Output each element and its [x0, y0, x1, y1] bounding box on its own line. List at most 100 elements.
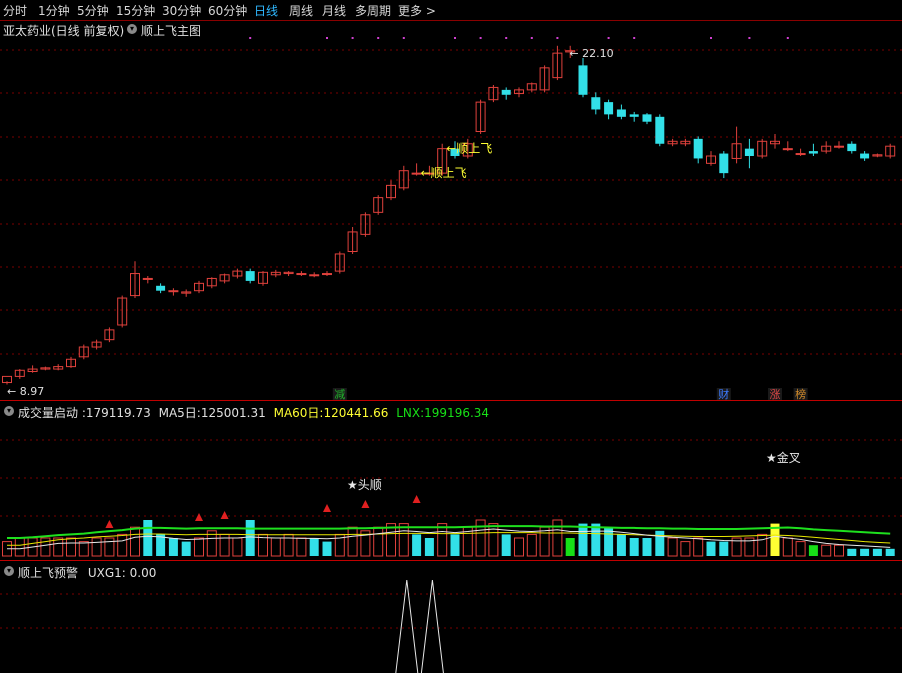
- signal-dot: [556, 37, 559, 39]
- volume-bar: [616, 534, 626, 556]
- volume-bar: [130, 526, 140, 557]
- candle-body: [642, 114, 652, 122]
- volume-bar: [91, 537, 102, 557]
- signal-label: ←顺上飞: [421, 166, 467, 180]
- volume-bar: [181, 541, 191, 556]
- volume-bar: [450, 534, 460, 556]
- volume-bar: [795, 541, 806, 557]
- volume-bar: [719, 541, 729, 556]
- signal-dot: [505, 37, 508, 39]
- candle-body: [782, 148, 793, 151]
- volume-bar: [629, 538, 639, 556]
- volume-bar: [885, 548, 895, 556]
- candle-body: [655, 116, 665, 144]
- alert-triangle: [195, 513, 203, 521]
- alert-triangle: [361, 500, 370, 508]
- candle-body: [501, 89, 511, 95]
- head-annotation: ★头顺: [347, 478, 382, 492]
- candle-body: [616, 109, 626, 117]
- volume-bar: [642, 538, 652, 556]
- volume-bar: [655, 530, 665, 556]
- alert-triangle: [323, 504, 331, 512]
- signal-dot: [607, 37, 610, 39]
- signal-dot: [326, 37, 328, 39]
- volume-bar: [347, 526, 358, 557]
- candle-body: [142, 277, 153, 280]
- volume-bar: [322, 541, 332, 556]
- volume-bar: [412, 534, 422, 556]
- stock-chart[interactable]: ← 22.10 ← 8.97 ←顺上飞 ←顺上飞减 财 涨 榜 ★头顺 ★金叉: [0, 0, 902, 673]
- volume-bar: [194, 537, 204, 557]
- volume-bar: [398, 523, 409, 557]
- volume-bar: [526, 533, 537, 557]
- volume-bar: [706, 541, 716, 556]
- price-low-label: ← 8.97: [7, 385, 44, 398]
- price-high-label: ← 22.10: [569, 47, 613, 60]
- volume-bar: [782, 537, 793, 557]
- volume-bar: [539, 526, 550, 557]
- volume-bar: [591, 523, 601, 556]
- volume-bar: [296, 537, 307, 557]
- signal-dot: [748, 37, 751, 39]
- marker-badge-text: 减: [334, 388, 345, 401]
- volume-bar: [437, 523, 448, 557]
- signal-dot: [402, 37, 405, 39]
- candle-body: [860, 153, 870, 159]
- signal-dot: [249, 37, 252, 39]
- volume-bar: [847, 548, 857, 556]
- volume-bar: [514, 537, 524, 557]
- candle-body: [591, 97, 601, 110]
- volume-bar: [424, 538, 434, 556]
- signal-dot: [710, 37, 712, 39]
- signal-dot: [351, 37, 354, 39]
- candle-body: [604, 102, 614, 115]
- candle-body: [322, 273, 332, 276]
- volume-bar: [309, 538, 319, 556]
- signal-dot: [454, 37, 456, 39]
- volume-bar: [693, 537, 704, 557]
- volume-bar: [757, 533, 768, 557]
- candle-body: [808, 151, 818, 154]
- candle-body: [156, 285, 166, 291]
- alert-triangle: [105, 520, 114, 528]
- volume-bar: [14, 537, 25, 557]
- volume-bar: [78, 541, 89, 557]
- signal-dot: [786, 37, 789, 39]
- volume-bar: [680, 541, 691, 557]
- volume-bar: [501, 534, 511, 556]
- volume-bar: [821, 544, 832, 557]
- volume-bar: [104, 537, 115, 557]
- volume-bar: [168, 538, 178, 556]
- candle-body: [309, 274, 320, 277]
- volume-bar: [834, 544, 844, 557]
- alert-triangle: [220, 511, 229, 519]
- volume-bar: [860, 548, 870, 556]
- volume-bar: [143, 520, 153, 556]
- volume-bar: [565, 538, 575, 556]
- candle-body: [795, 153, 806, 156]
- signal-label: ←顺上飞: [446, 142, 492, 156]
- candle-body: [629, 114, 639, 117]
- marker-badge-text: 涨: [770, 388, 781, 401]
- signal-dot: [479, 37, 482, 39]
- candle-body: [168, 290, 179, 293]
- candle-body: [693, 138, 703, 159]
- volume-bar: [808, 545, 818, 556]
- candle-body: [245, 271, 255, 281]
- candle-body: [296, 273, 307, 276]
- volume-bar: [117, 533, 128, 557]
- volume-bar: [488, 523, 499, 557]
- signal-dot: [377, 37, 380, 39]
- cross-annotation: ★金叉: [766, 450, 801, 465]
- alert-triangle: [412, 495, 421, 503]
- candle-body: [834, 145, 844, 148]
- candle-body: [578, 65, 588, 95]
- candle-body: [847, 143, 857, 152]
- candle-body: [744, 148, 754, 156]
- volume-bar: [373, 526, 384, 557]
- volume-bar: [667, 537, 678, 557]
- signal-dot: [633, 37, 636, 39]
- marker-badge-text: 财: [718, 387, 729, 401]
- volume-bar: [66, 537, 76, 557]
- volume-bar: [552, 519, 563, 557]
